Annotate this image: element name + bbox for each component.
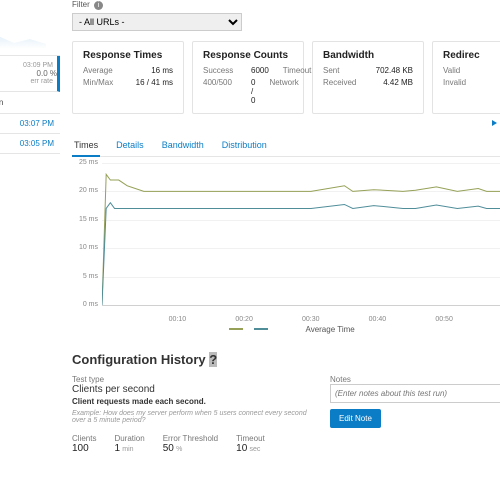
help-icon[interactable]: i (94, 1, 103, 10)
filter-select[interactable]: - All URLs - (72, 13, 242, 31)
help-icon[interactable]: ? (209, 352, 217, 367)
notes-input[interactable] (330, 384, 500, 403)
config-history-title: Configuration History ? (72, 352, 500, 367)
mini-over: over 1 min (0, 92, 60, 114)
tab-bandwidth[interactable]: Bandwidth (160, 135, 206, 156)
filter-label: Filter i (72, 0, 500, 10)
card-response-times: Response Times Average16 ms Min/Max16 / … (72, 41, 184, 114)
card-bandwidth: Bandwidth Sent702.48 KB Received4.42 MB (312, 41, 424, 114)
summary-cards: Response Times Average16 ms Min/Max16 / … (72, 41, 500, 114)
tab-distribution[interactable]: Distribution (220, 135, 269, 156)
sparkline (0, 29, 46, 49)
tab-details[interactable]: Details (114, 135, 146, 156)
card-redirects: Redirec Valid Invalid (432, 41, 500, 114)
mini-selected[interactable]: 03:09 PM 0.0 % err rate (0, 56, 60, 92)
timeseries-chart: 25 ms20 ms15 ms10 ms5 ms0 ms 00:1000:200… (72, 163, 500, 323)
chart-legend: Average Time (72, 325, 500, 334)
mini-response-time: nse Time ms (0, 0, 60, 56)
ts-row-1[interactable]: 03:07 PM (0, 114, 60, 134)
tab-times[interactable]: Times (72, 135, 100, 157)
ts-row-2[interactable]: 03:05 PM (0, 134, 60, 154)
edit-note-button[interactable]: Edit Note (330, 409, 381, 428)
play-icon (492, 120, 497, 126)
chart-tabs: Times Details Bandwidth Distribution (72, 135, 500, 157)
card-response-counts: Response Counts Success6000Timeout0 400/… (192, 41, 304, 114)
